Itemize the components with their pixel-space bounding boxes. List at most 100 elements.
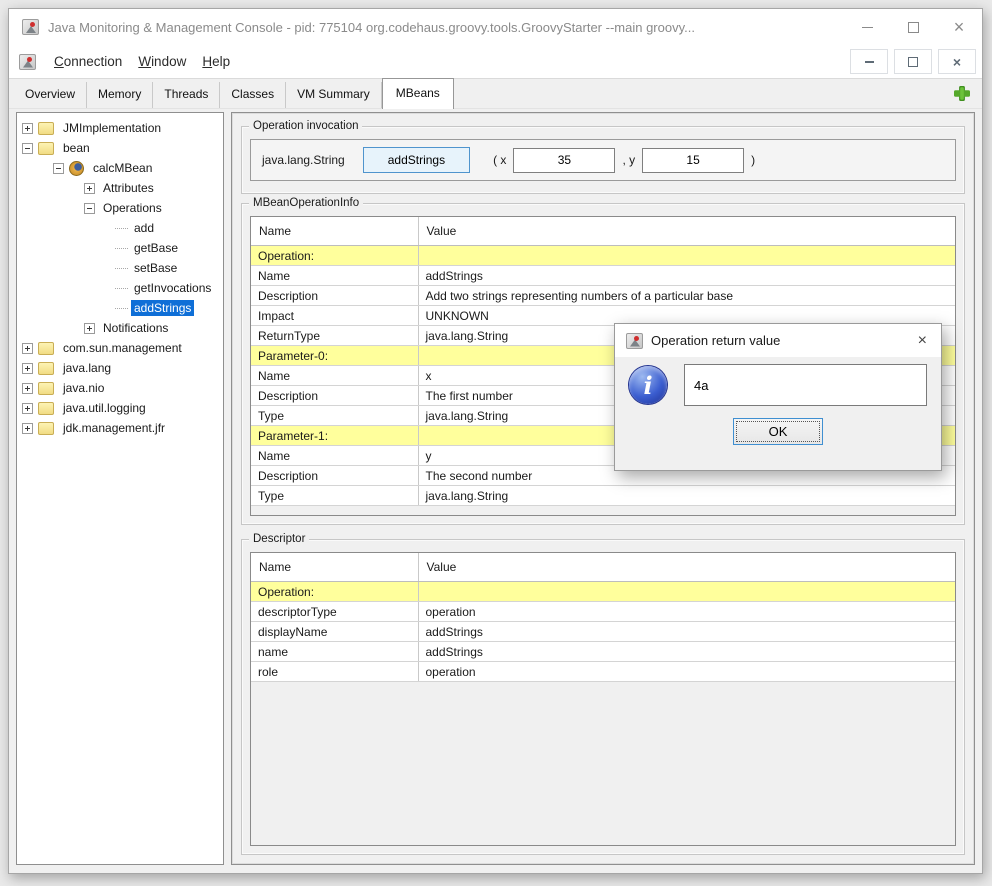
name-cell: Description xyxy=(251,286,418,306)
param-x-input[interactable] xyxy=(513,148,615,173)
name-cell: role xyxy=(251,662,418,682)
maximize-icon xyxy=(908,22,919,33)
tree-item-label: setBase xyxy=(131,260,180,276)
table-row[interactable]: DescriptionAdd two strings representing … xyxy=(251,286,955,306)
name-cell: Name xyxy=(251,366,418,386)
tab-overview[interactable]: Overview xyxy=(14,82,87,108)
menu-window[interactable]: Window xyxy=(130,50,194,73)
tab-vm-summary[interactable]: VM Summary xyxy=(286,82,382,108)
tree-connector xyxy=(115,308,128,309)
column-header: Value xyxy=(418,553,955,582)
operation-invocation-row: java.lang.String addStrings ( x , y ) xyxy=(250,139,956,181)
frame-minimize-icon xyxy=(865,61,874,63)
tree-item-add[interactable]: add xyxy=(17,218,223,238)
expand-icon[interactable] xyxy=(84,183,95,194)
tree-item-setbase[interactable]: setBase xyxy=(17,258,223,278)
tree-item-java-lang[interactable]: java.lang xyxy=(17,358,223,378)
table-row[interactable]: Operation: xyxy=(251,582,955,602)
value-cell xyxy=(418,582,955,602)
return-value-field[interactable] xyxy=(684,364,927,406)
tree-item-jmimplementation[interactable]: JMImplementation xyxy=(17,118,223,138)
dialog-content-row: i xyxy=(629,364,927,406)
descriptor-table-wrap: NameValueOperation:descriptorTypeoperati… xyxy=(250,552,956,846)
value-cell xyxy=(418,246,955,266)
tab-memory[interactable]: Memory xyxy=(87,82,153,108)
minimize-button[interactable] xyxy=(844,9,890,45)
table-row[interactable]: nameaddStrings xyxy=(251,642,955,662)
tree-connector xyxy=(115,228,128,229)
collapse-icon[interactable] xyxy=(22,143,33,154)
tree-item-calcmbean[interactable]: calcMBean xyxy=(17,158,223,178)
expand-icon[interactable] xyxy=(22,403,33,414)
table-row[interactable]: roleoperation xyxy=(251,662,955,682)
tree-item-label: calcMBean xyxy=(90,160,155,176)
tree-item-label: java.nio xyxy=(60,380,107,396)
menu-connection[interactable]: Connection xyxy=(46,50,130,73)
table-row[interactable]: displayNameaddStrings xyxy=(251,622,955,642)
menu-help[interactable]: Help xyxy=(194,50,238,73)
collapse-icon[interactable] xyxy=(84,203,95,214)
maximize-button[interactable] xyxy=(890,9,936,45)
name-cell: Type xyxy=(251,406,418,426)
collapse-icon[interactable] xyxy=(53,163,64,174)
jconsole-menu-icon xyxy=(19,54,36,70)
expand-icon[interactable] xyxy=(22,363,33,374)
expand-icon[interactable] xyxy=(84,323,95,334)
minimize-icon xyxy=(862,27,873,28)
tree-item-java-util-logging[interactable]: java.util.logging xyxy=(17,398,223,418)
tree-item-label: add xyxy=(131,220,157,236)
name-cell: Description xyxy=(251,466,418,486)
name-cell: descriptorType xyxy=(251,602,418,622)
descriptor-group: Descriptor NameValueOperation:descriptor… xyxy=(241,539,965,855)
invoke-addstrings-button[interactable]: addStrings xyxy=(363,147,470,173)
tree-item-attributes[interactable]: Attributes xyxy=(17,178,223,198)
tree-item-java-nio[interactable]: java.nio xyxy=(17,378,223,398)
tab-classes[interactable]: Classes xyxy=(220,82,286,108)
name-cell: name xyxy=(251,642,418,662)
table-row[interactable]: NameaddStrings xyxy=(251,266,955,286)
tree-item-getinvocations[interactable]: getInvocations xyxy=(17,278,223,298)
ok-button[interactable]: OK xyxy=(733,418,823,445)
name-cell: Name xyxy=(251,266,418,286)
expand-icon[interactable] xyxy=(22,123,33,134)
tree-item-addstrings[interactable]: addStrings xyxy=(17,298,223,318)
folder-icon xyxy=(38,342,54,355)
tabs: OverviewMemoryThreadsClassesVM SummaryMB… xyxy=(14,78,454,108)
dialog-body: i OK xyxy=(615,357,941,445)
close-button[interactable]: × xyxy=(936,9,982,45)
jconsole-dialog-icon xyxy=(626,333,643,349)
folder-icon xyxy=(38,122,54,135)
tree-connector xyxy=(115,248,128,249)
tree-item-notifications[interactable]: Notifications xyxy=(17,318,223,338)
param-y-input[interactable] xyxy=(642,148,744,173)
tree-item-jdk-management-jfr[interactable]: jdk.management.jfr xyxy=(17,418,223,438)
table-row[interactable]: Typejava.lang.String xyxy=(251,486,955,506)
separator-label: , y xyxy=(622,153,635,167)
window-title: Java Monitoring & Management Console - p… xyxy=(48,20,844,35)
mbean-detail-panel: Operation invocation java.lang.String ad… xyxy=(231,112,975,865)
main-content: JMImplementationbeancalcMBeanAttributesO… xyxy=(9,110,982,873)
dialog-title-bar: Operation return value × xyxy=(615,324,941,357)
expand-icon[interactable] xyxy=(22,383,33,394)
name-cell: Parameter-0: xyxy=(251,346,418,366)
folder-icon xyxy=(38,142,54,155)
table-row[interactable]: descriptorTypeoperation xyxy=(251,602,955,622)
dialog-close-icon[interactable]: × xyxy=(915,332,930,350)
value-cell: addStrings xyxy=(418,266,955,286)
tree-item-com-sun-management[interactable]: com.sun.management xyxy=(17,338,223,358)
frame-restore-button[interactable] xyxy=(894,49,932,74)
frame-minimize-button[interactable] xyxy=(850,49,888,74)
name-cell: Operation: xyxy=(251,246,418,266)
tree-item-bean[interactable]: bean xyxy=(17,138,223,158)
expand-icon[interactable] xyxy=(22,423,33,434)
frame-close-button[interactable]: × xyxy=(938,49,976,74)
tree-item-operations[interactable]: Operations xyxy=(17,198,223,218)
frame-restore-icon xyxy=(908,57,918,67)
tab-mbeans[interactable]: MBeans xyxy=(382,78,454,109)
table-row[interactable]: Operation: xyxy=(251,246,955,266)
tree-item-getbase[interactable]: getBase xyxy=(17,238,223,258)
main-window: Java Monitoring & Management Console - p… xyxy=(8,8,983,874)
expand-icon[interactable] xyxy=(22,343,33,354)
tab-threads[interactable]: Threads xyxy=(153,82,220,108)
jconsole-app-icon xyxy=(22,19,39,35)
